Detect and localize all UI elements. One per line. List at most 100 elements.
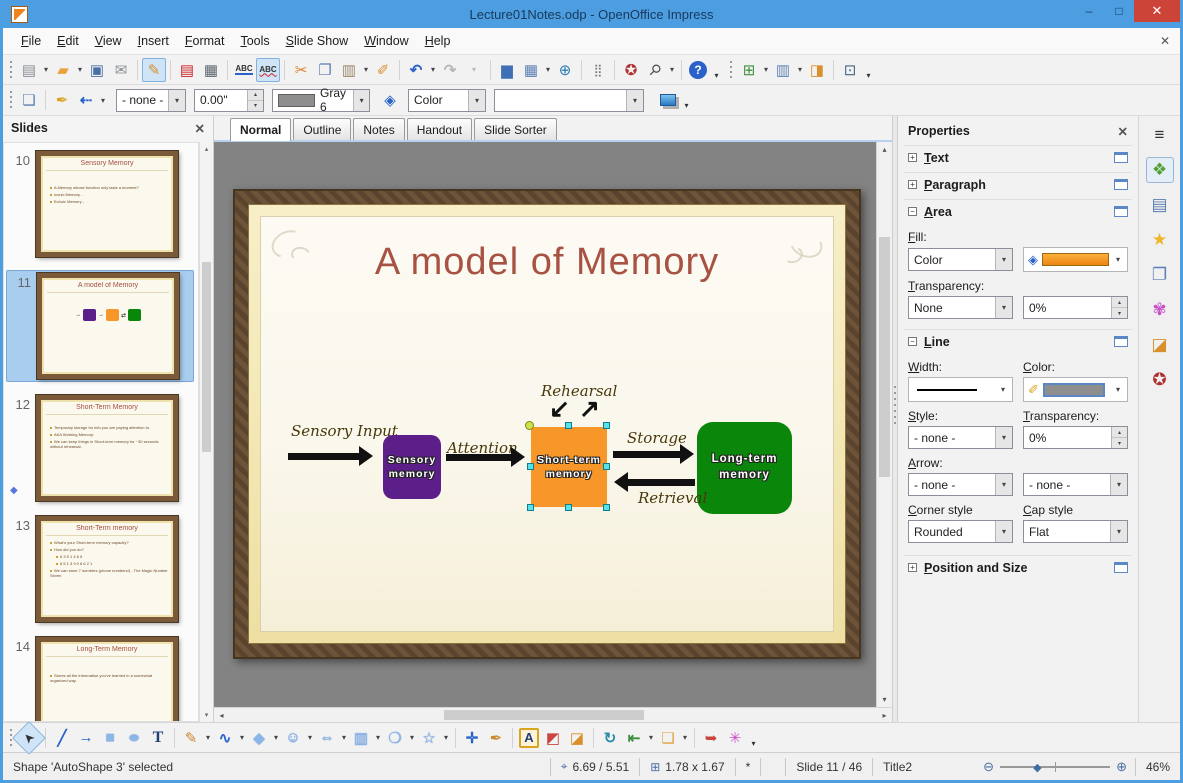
expand-icon[interactable]: + (908, 180, 917, 189)
tab-notes[interactable]: Notes (353, 118, 405, 140)
area-fill-color-dropdown[interactable]: ◈ ▾ (1023, 247, 1128, 272)
box-sensory-memory[interactable]: Sensory memory (383, 435, 441, 499)
spin-up-icon[interactable]: ▴ (1112, 427, 1127, 438)
zoom-out-icon[interactable]: ⊖ (983, 759, 994, 775)
line-style-select[interactable]: - none - ▾ (116, 88, 186, 112)
slide-thumbnail-13[interactable]: 13 Short-Term memory What's your Short-t… (6, 514, 194, 624)
tab-handout[interactable]: Handout (406, 118, 473, 140)
spin-down-icon[interactable]: ▾ (1112, 438, 1127, 448)
box-long-term-memory[interactable]: Long-term memory (697, 422, 792, 514)
save-icon[interactable]: ▣ (85, 58, 109, 82)
tab-normal[interactable]: Normal (230, 118, 292, 141)
redo-icon[interactable]: ↷ (438, 58, 462, 82)
block-arrows-dropdown-icon[interactable]: ▾ (339, 726, 349, 750)
arrange-icon[interactable]: ❏ (656, 726, 680, 750)
stars-dropdown-icon[interactable]: ▾ (441, 726, 451, 750)
expand-icon[interactable]: + (908, 153, 917, 162)
slide-title[interactable]: A model of Memory (261, 241, 833, 284)
sidebar-animation-icon[interactable]: ★ (1146, 227, 1174, 253)
picture-icon[interactable]: ◪ (565, 726, 589, 750)
corner-style-select[interactable]: Rounded ▾ (908, 520, 1013, 543)
symbol-shapes-dropdown-icon[interactable]: ▾ (305, 726, 315, 750)
help-icon[interactable]: ? (689, 60, 707, 79)
spin-down-icon[interactable]: ▾ (1112, 308, 1127, 318)
zoom-in-icon[interactable]: ⊕ (1116, 759, 1127, 775)
slide-thumbnail-10[interactable]: 10 Sensory Memory A Memory whose functio… (6, 149, 194, 259)
ellipse-icon[interactable]: ● (117, 726, 151, 750)
dialog-launcher-icon[interactable] (1114, 152, 1128, 163)
scroll-left-icon[interactable]: ◂ (214, 708, 229, 722)
symbol-shapes-icon[interactable]: ☺ (281, 726, 305, 750)
arrow-sensory-input[interactable] (288, 446, 373, 466)
scroll-down-icon[interactable]: ▾ (877, 692, 892, 707)
new-slide-dropdown-icon[interactable]: ▾ (761, 58, 771, 82)
fill-type-select[interactable]: Color ▾ (408, 88, 486, 112)
table-dropdown-icon[interactable]: ▾ (543, 58, 553, 82)
auto-spellcheck-icon[interactable]: ABC (259, 65, 276, 74)
curve-dropdown-icon[interactable]: ▾ (203, 726, 213, 750)
selection-handle[interactable] (603, 463, 610, 470)
arrow-attention[interactable] (446, 447, 525, 467)
basic-shapes-icon[interactable]: ◆ (247, 726, 271, 750)
section-paragraph[interactable]: + Paragraph (904, 172, 1132, 196)
chart-icon[interactable]: ▆ (495, 58, 519, 82)
adjust-handle[interactable] (525, 421, 534, 430)
slide-layout-icon[interactable]: ▥ (771, 58, 795, 82)
toolbar-overflow-icon[interactable]: ▾ (747, 726, 760, 750)
section-area[interactable]: − Area (904, 199, 1132, 223)
new-slide-icon[interactable]: ⊞ (737, 58, 761, 82)
cut-icon[interactable]: ✂ (289, 58, 313, 82)
clone-formatting-icon[interactable]: ✐ (371, 58, 395, 82)
toolbar-grip[interactable] (7, 60, 14, 79)
line-width-dropdown[interactable]: ▾ (908, 377, 1013, 402)
block-arrows-icon[interactable]: ⇔ (315, 726, 339, 750)
arrow-retrieval[interactable] (614, 472, 695, 492)
glue-points-icon[interactable]: ✒ (484, 726, 508, 750)
chevron-down-icon[interactable]: ▾ (1110, 474, 1127, 495)
align-icon[interactable]: ⇤ (622, 726, 646, 750)
animation-icon[interactable]: ✳ (723, 726, 747, 750)
callouts-dropdown-icon[interactable]: ▾ (407, 726, 417, 750)
cap-style-select[interactable]: Flat ▾ (1023, 520, 1128, 543)
selection-handle[interactable] (565, 422, 572, 429)
expand-icon[interactable]: + (908, 563, 917, 572)
pen-icon[interactable]: ✒ (50, 88, 74, 112)
fill-color-select[interactable]: ▾ (494, 88, 644, 112)
menu-tools[interactable]: Tools (232, 30, 277, 52)
scroll-up-icon[interactable]: ▴ (877, 142, 892, 157)
paste-dropdown-icon[interactable]: ▾ (361, 58, 371, 82)
dialog-launcher-icon[interactable] (1114, 562, 1128, 573)
section-text[interactable]: + Text (904, 145, 1132, 169)
arrow-rehearsal-in[interactable]: ↙ (549, 397, 570, 422)
section-line[interactable]: − Line (904, 329, 1132, 353)
menu-slideshow[interactable]: Slide Show (278, 30, 357, 52)
sidebar-gallery-icon[interactable]: ◪ (1146, 332, 1174, 358)
sidebar-transition-icon[interactable]: ▤ (1146, 192, 1174, 218)
arrow-start-select[interactable]: - none - ▾ (908, 473, 1013, 496)
interaction-icon[interactable]: ➥ (699, 726, 723, 750)
toolbar-grip[interactable] (727, 60, 734, 79)
email-icon[interactable]: ✉ (109, 58, 133, 82)
line-style-select[interactable]: - none - ▾ (908, 426, 1013, 449)
chevron-down-icon[interactable]: ▾ (1110, 521, 1127, 542)
menu-help[interactable]: Help (417, 30, 459, 52)
slide-thumbnail-11-selected[interactable]: 11 A model of Memory → → ⇄ (6, 270, 194, 382)
connector-icon[interactable]: ∿ (213, 726, 237, 750)
zoom-thumb[interactable]: ◆ (1033, 761, 1041, 774)
spin-up-icon[interactable]: ▴ (1112, 297, 1127, 308)
cursor-position[interactable]: ⌖ 6.69 / 5.51 (551, 759, 639, 774)
arrange-dropdown-icon[interactable]: ▾ (680, 726, 690, 750)
hyperlink-icon[interactable]: ⊕ (553, 58, 577, 82)
chevron-down-icon[interactable]: ▾ (1113, 255, 1123, 264)
chevron-down-icon[interactable]: ▾ (1113, 385, 1123, 394)
zoom-track[interactable]: ◆ (1000, 761, 1111, 774)
document-modified[interactable]: * (736, 760, 761, 774)
chevron-down-icon[interactable]: ▾ (995, 474, 1012, 495)
chevron-down-icon[interactable]: ▾ (995, 427, 1012, 448)
new-dropdown-icon[interactable]: ▾ (41, 58, 51, 82)
toolbar-overflow-icon[interactable]: ▾ (710, 58, 723, 82)
stars-icon[interactable]: ☆ (417, 726, 441, 750)
chevron-down-icon[interactable]: ▾ (168, 89, 185, 111)
sidebar-effects-icon[interactable]: ✾ (1146, 297, 1174, 323)
selection-handle[interactable] (527, 504, 534, 511)
